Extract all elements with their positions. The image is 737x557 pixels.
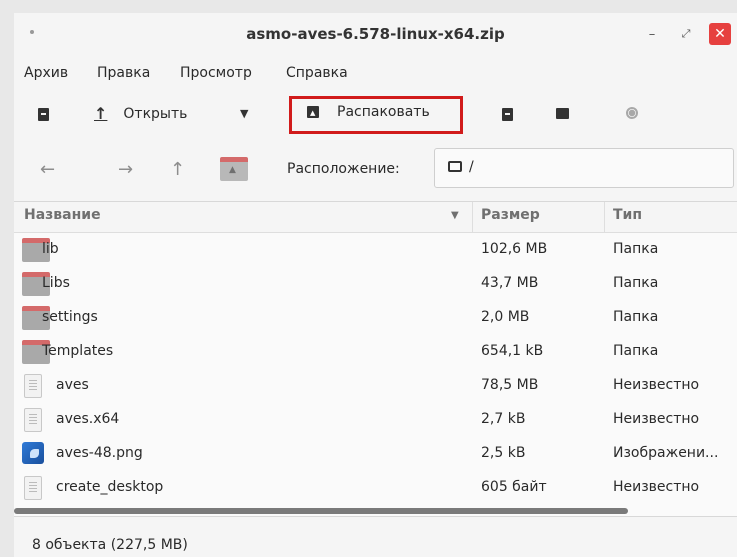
item-name: lib [42,241,59,257]
item-name: aves-48.png [56,445,143,461]
item-name: Templates [42,343,114,359]
item-name: settings [42,309,98,325]
item-name: aves [56,377,89,393]
location-bar: ← → ↑ Расположение: / [14,147,737,191]
list-header: Название ▼ Размер Тип [14,202,737,233]
menu-bar: Архив Правка Просмотр Справка [14,60,737,86]
menu-help[interactable]: Справка [286,65,348,81]
upload-icon: ↑ [94,104,108,123]
item-type: Неизвестно [613,479,700,495]
item-size: 2,7 kB [481,411,526,427]
image-icon [22,442,44,464]
location-field[interactable]: / [434,148,734,188]
item-size: 605 байт [481,479,547,495]
item-size: 2,5 kB [481,445,526,461]
column-type-header[interactable]: Тип [613,207,642,223]
open-button[interactable]: ↑ Открыть [94,104,187,123]
item-size: 2,0 MB [481,309,530,325]
location-path: / [469,159,474,175]
extract-icon: ▲ [307,106,319,118]
list-item[interactable]: create_desktop 605 байт Неизвестно [14,471,737,505]
title-bar: asmo-aves-6.578-linux-x64.zip – ⤢ ✕ [14,13,737,57]
menu-archive[interactable]: Архив [24,65,68,81]
list-item[interactable]: aves.x64 2,7 kB Неизвестно [14,403,737,437]
maximize-button[interactable]: ⤢ [675,23,697,45]
list-item[interactable]: lib 102,6 MB Папка [14,233,737,267]
stop-button[interactable] [626,107,638,119]
file-icon [24,476,42,500]
location-label: Расположение: [287,161,400,177]
menu-edit[interactable]: Правка [97,65,150,81]
add-folder-button[interactable] [556,108,569,119]
forward-arrow-icon[interactable]: → [118,159,133,180]
list-item[interactable]: Libs 43,7 MB Папка [14,267,737,301]
window-title: asmo-aves-6.578-linux-x64.zip [246,25,505,43]
menu-view[interactable]: Просмотр [180,65,252,81]
toolbar: ↑ Открыть ▼ ▲ Распаковать [14,95,737,141]
up-arrow-icon[interactable]: ↑ [170,159,185,180]
item-size: 654,1 kB [481,343,544,359]
home-folder-icon[interactable] [220,157,248,181]
new-archive-button[interactable] [38,108,49,121]
add-files-button[interactable] [502,108,513,121]
add-folder-icon [556,108,569,119]
horizontal-scrollbar[interactable] [14,508,628,514]
stop-icon [626,107,638,119]
item-type: Папка [613,343,659,359]
column-name-header[interactable]: Название [24,207,101,223]
column-divider[interactable] [472,202,473,232]
open-label: Открыть [123,105,188,122]
status-bar-text: 8 объекта (227,5 MB) [32,537,188,553]
column-size-header[interactable]: Размер [481,207,540,223]
open-dropdown-button[interactable]: ▼ [240,107,248,120]
archive-manager-window: asmo-aves-6.578-linux-x64.zip – ⤢ ✕ Архи… [14,13,737,557]
item-name: create_desktop [56,479,164,495]
item-type: Изображени... [613,445,719,461]
back-arrow-icon[interactable]: ← [40,159,55,180]
file-icon [24,374,42,398]
sort-desc-icon: ▼ [451,210,459,221]
item-name: Libs [42,275,70,291]
item-type: Неизвестно [613,411,700,427]
file-list: Название ▼ Размер Тип lib 102,6 MB Папка… [14,201,737,517]
item-type: Неизвестно [613,377,700,393]
item-type: Папка [613,241,659,257]
item-type: Папка [613,275,659,291]
folder-outline-icon [448,161,462,172]
new-archive-icon [38,108,49,121]
item-size: 78,5 MB [481,377,539,393]
column-divider[interactable] [604,202,605,232]
close-button[interactable]: ✕ [709,23,731,45]
list-item[interactable]: settings 2,0 MB Папка [14,301,737,335]
list-item[interactable]: Templates 654,1 kB Папка [14,335,737,369]
add-files-icon [502,108,513,121]
file-icon [24,408,42,432]
list-item[interactable]: aves 78,5 MB Неизвестно [14,369,737,403]
item-size: 102,6 MB [481,241,548,257]
item-type: Папка [613,309,659,325]
dropdown-arrow-icon: ▼ [240,107,249,120]
extract-button[interactable]: ▲ Распаковать [307,104,430,120]
minimize-button[interactable]: – [641,23,663,45]
item-size: 43,7 MB [481,275,539,291]
list-item[interactable]: aves-48.png 2,5 kB Изображени... [14,437,737,471]
item-name: aves.x64 [56,411,120,427]
extract-label: Распаковать [337,104,430,120]
